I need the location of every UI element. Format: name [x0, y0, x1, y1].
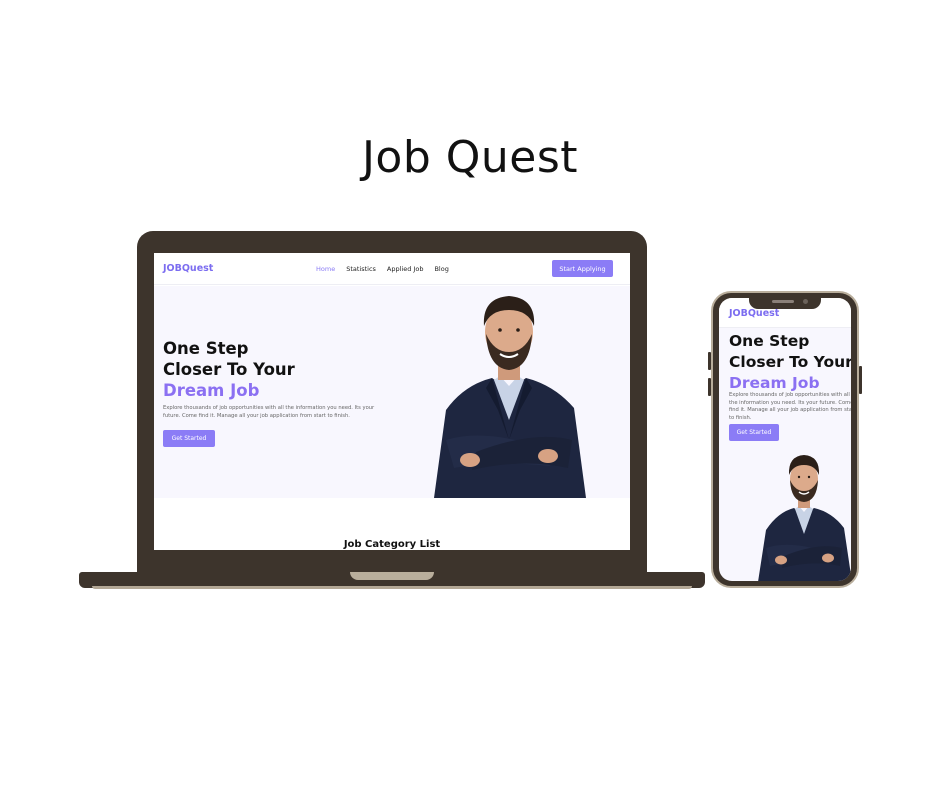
phone-screen: JOBQuest One Step Closer To Your Dream J… — [719, 298, 851, 581]
mobile-hero-heading-accent: Dream Job — [729, 374, 820, 392]
mobile-hero-heading: One Step Closer To Your Dream Job — [729, 331, 851, 394]
hero-image — [434, 296, 586, 498]
hero-heading-line-1: One Step — [163, 339, 249, 358]
section-title: Job Category List — [343, 539, 441, 550]
nav-link-statistics[interactable]: Statistics — [346, 265, 376, 273]
laptop-screen: JOBQuest Home Statistics Applied Job Blo… — [154, 253, 630, 550]
mobile-hero-heading-line-1: One Step — [729, 332, 810, 350]
mobile-hero-heading-line-2: Closer To Your — [729, 353, 851, 371]
start-applying-button[interactable]: Start Applying — [552, 260, 613, 277]
navbar: JOBQuest Home Statistics Applied Job Blo… — [154, 253, 630, 285]
nav-link-applied-job[interactable]: Applied Job — [387, 265, 424, 273]
mobile-logo[interactable]: JOBQuest — [729, 308, 779, 319]
nav-links: Home Statistics Applied Job Blog — [316, 265, 449, 273]
hero-heading: One Step Closer To Your Dream Job — [163, 338, 295, 401]
logo[interactable]: JOBQuest — [163, 263, 213, 274]
phone-speaker — [772, 300, 794, 303]
phone-power-button — [859, 366, 862, 394]
mobile-hero-image — [758, 455, 851, 581]
hero-section: One Step Closer To Your Dream Job Explor… — [154, 286, 630, 498]
get-started-button[interactable]: Get Started — [163, 430, 215, 447]
hero-heading-accent: Dream Job — [163, 381, 260, 400]
phone-notch — [749, 297, 821, 309]
mobile-get-started-button[interactable]: Get Started — [729, 424, 779, 441]
phone-volume-button — [708, 352, 711, 370]
laptop-hinge — [350, 572, 434, 580]
page-title: Job Quest — [361, 132, 579, 183]
laptop-base-shadow — [92, 586, 692, 589]
phone-camera — [803, 299, 808, 304]
nav-link-blog[interactable]: Blog — [434, 265, 448, 273]
nav-link-home[interactable]: Home — [316, 265, 335, 273]
phone-volume-button — [708, 378, 711, 396]
hero-description: Explore thousands of job opportunities w… — [163, 405, 375, 419]
mobile-hero-description: Explore thousands of job opportunities w… — [729, 392, 851, 421]
hero-heading-line-2: Closer To Your — [163, 360, 295, 379]
